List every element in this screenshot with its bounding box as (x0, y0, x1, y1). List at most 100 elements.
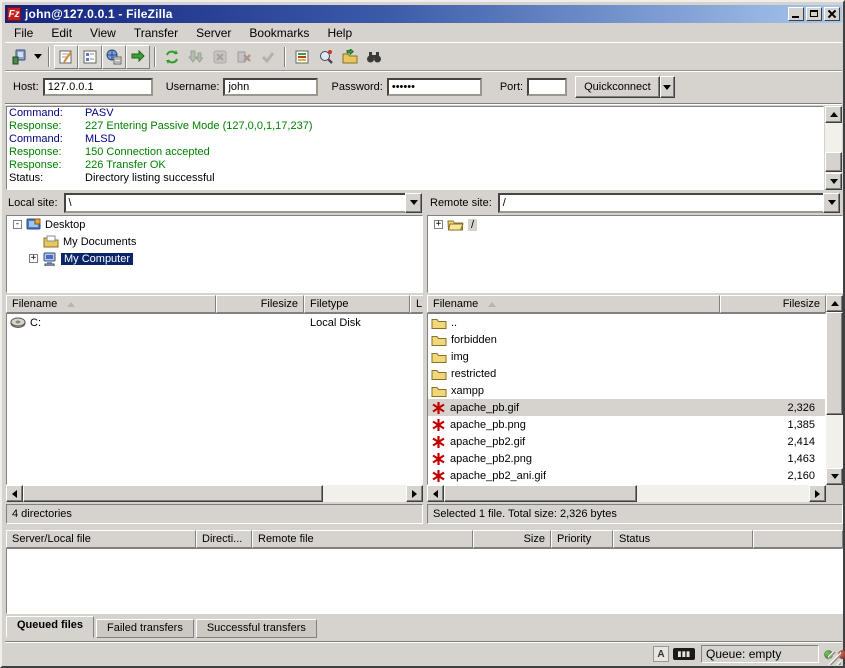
menu-help[interactable]: Help (318, 24, 361, 42)
transfer-queue-list[interactable] (6, 548, 843, 614)
scroll-left-button[interactable] (6, 485, 23, 502)
username-input[interactable] (223, 78, 318, 96)
minimize-button[interactable] (788, 7, 804, 21)
expand-icon[interactable]: + (434, 220, 443, 229)
remote-list-header: Filename Filesize (427, 295, 826, 313)
scroll-right-button[interactable] (809, 485, 826, 502)
collapse-icon[interactable]: - (13, 220, 22, 229)
reconnect-button[interactable] (256, 45, 280, 69)
scroll-down-button[interactable] (826, 468, 843, 485)
site-manager-dropdown[interactable] (31, 46, 44, 68)
column-header-status[interactable]: Status (613, 530, 753, 548)
file-search-button[interactable] (314, 45, 338, 69)
directory-filter-button[interactable] (290, 45, 314, 69)
local-file-list[interactable]: C: Local Disk (6, 313, 423, 485)
column-header-remote-file[interactable]: Remote file (252, 530, 473, 548)
toggle-message-log-button[interactable] (54, 45, 78, 69)
menu-transfer[interactable]: Transfer (125, 24, 187, 42)
menu-server[interactable]: Server (187, 24, 240, 42)
file-row[interactable]: img (428, 348, 825, 365)
menu-file[interactable]: File (5, 24, 42, 42)
remote-vscrollbar[interactable] (826, 295, 843, 485)
close-button[interactable] (824, 7, 840, 21)
toggle-remote-tree-button[interactable] (102, 45, 126, 69)
message-log[interactable]: Command:PASV Response:227 Entering Passi… (6, 106, 824, 190)
remote-file-list[interactable]: .. forbidden img restricted xampp apache… (427, 313, 826, 485)
file-row[interactable]: apache_pb2.png 1,463 (428, 450, 825, 467)
folder-icon (431, 368, 447, 380)
expand-icon[interactable]: + (29, 254, 38, 263)
column-header-direction[interactable]: Directi... (196, 530, 252, 548)
tab-successful-transfers[interactable]: Successful transfers (196, 619, 317, 638)
tab-failed-transfers[interactable]: Failed transfers (96, 619, 194, 638)
remote-tree[interactable]: + / (427, 215, 843, 293)
local-hscrollbar[interactable] (6, 485, 423, 502)
tab-queued-files[interactable]: Queued files (6, 616, 94, 638)
column-header-server-local-file[interactable]: Server/Local file (6, 530, 196, 548)
scroll-thumb[interactable] (444, 485, 637, 502)
column-header-filesize[interactable]: Filesize (720, 295, 826, 313)
column-header-filename[interactable]: Filename (427, 295, 720, 313)
file-row[interactable]: forbidden (428, 331, 825, 348)
menu-bookmarks[interactable]: Bookmarks (240, 24, 318, 42)
remote-site-combo[interactable]: / (498, 193, 840, 213)
refresh-button[interactable] (160, 45, 184, 69)
menu-edit[interactable]: Edit (42, 24, 81, 42)
column-header-priority[interactable]: Priority (551, 530, 613, 548)
scroll-thumb[interactable] (825, 152, 842, 172)
file-row[interactable]: xampp (428, 382, 825, 399)
scroll-up-button[interactable] (825, 106, 842, 123)
tree-item-label-selected: My Computer (61, 253, 133, 265)
file-row-selected[interactable]: apache_pb.gif 2,326 (428, 399, 825, 416)
toggle-local-tree-button[interactable] (78, 45, 102, 69)
directory-comparison-button[interactable] (362, 45, 386, 69)
file-row[interactable]: apache_pb2.gif 2,414 (428, 433, 825, 450)
quickconnect-button[interactable]: Quickconnect (575, 76, 660, 98)
remote-hscrollbar[interactable] (427, 485, 826, 502)
maximize-button[interactable] (806, 7, 822, 21)
local-tree[interactable]: - Desktop My Documents + My Compu (6, 215, 423, 293)
local-site-combo-button[interactable] (405, 193, 422, 213)
file-row[interactable]: C: Local Disk (7, 314, 422, 331)
quickconnect-dropdown[interactable] (660, 76, 675, 98)
scroll-right-button[interactable] (406, 485, 423, 502)
file-row[interactable]: apache_pb2_ani.gif 2,160 (428, 467, 825, 484)
toolbar (5, 43, 842, 71)
tree-item-my-computer[interactable]: + My Computer (7, 250, 422, 267)
log-vscrollbar[interactable] (825, 106, 842, 190)
column-header-filesize[interactable]: Filesize (216, 295, 304, 313)
scroll-down-button[interactable] (825, 173, 842, 190)
file-row[interactable]: .. (428, 314, 825, 331)
open-folder-icon (447, 218, 464, 231)
toggle-queue-button[interactable] (126, 45, 150, 69)
local-site-value[interactable]: \ (64, 193, 405, 213)
column-header-last-modified[interactable]: L (410, 295, 423, 313)
tree-item-my-documents[interactable]: My Documents (7, 233, 422, 250)
scroll-thumb[interactable] (23, 485, 323, 502)
resize-grip[interactable] (828, 652, 841, 665)
column-header-size[interactable]: Size (473, 530, 551, 548)
local-site-combo[interactable]: \ (64, 193, 422, 213)
disconnect-button[interactable] (232, 45, 256, 69)
port-input[interactable] (527, 78, 567, 96)
password-input[interactable] (387, 78, 482, 96)
remote-site-value[interactable]: / (498, 193, 823, 213)
file-row[interactable]: restricted (428, 365, 825, 382)
column-header-filename[interactable]: Filename (6, 295, 216, 313)
scroll-up-button[interactable] (826, 295, 843, 312)
cancel-operation-button[interactable] (208, 45, 232, 69)
synchronized-browsing-button[interactable] (338, 45, 362, 69)
host-input[interactable] (43, 78, 153, 96)
tree-item-desktop[interactable]: - Desktop (7, 216, 422, 233)
tree-item-root[interactable]: + / (428, 216, 842, 233)
scroll-left-button[interactable] (427, 485, 444, 502)
scroll-thumb[interactable] (826, 312, 843, 415)
process-queue-button[interactable] (184, 45, 208, 69)
menu-view[interactable]: View (81, 24, 125, 42)
file-row[interactable]: apache_pb.png 1,385 (428, 416, 825, 433)
queue-tabs: Queued files Failed transfers Successful… (6, 616, 319, 638)
site-manager-button[interactable] (7, 45, 31, 69)
column-header-filetype[interactable]: Filetype (304, 295, 410, 313)
image-file-icon (431, 418, 446, 432)
remote-site-combo-button[interactable] (823, 193, 840, 213)
